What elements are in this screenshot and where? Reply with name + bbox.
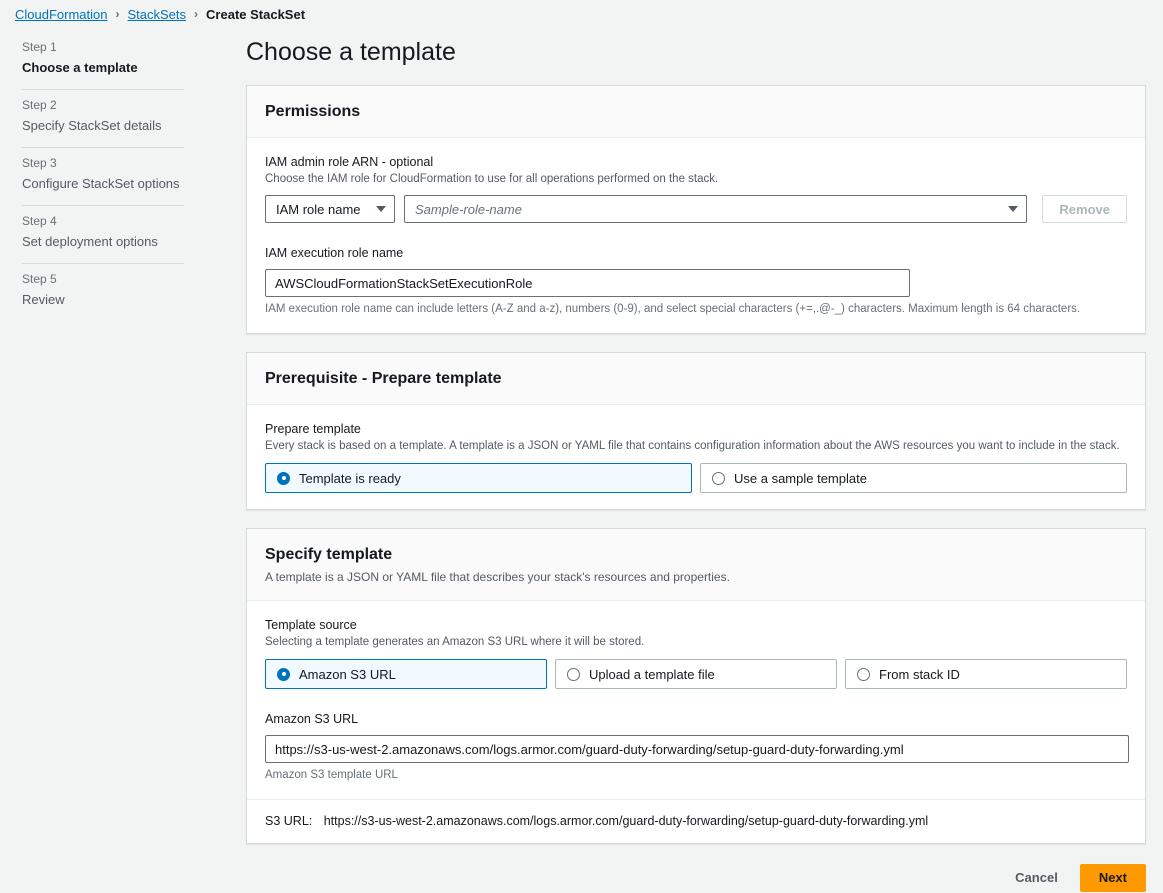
breadcrumb-separator-icon: › — [194, 7, 199, 21]
sidebar-step-4-title: Set deployment options — [22, 234, 158, 249]
template-source-options: Amazon S3 URL Upload a template file Fro… — [265, 659, 1127, 689]
sidebar-step-5[interactable]: Step 5 Review — [22, 264, 184, 321]
s3-url-summary-label: S3 URL: — [265, 814, 313, 828]
iam-execution-role-label: IAM execution role name — [265, 246, 404, 260]
option-template-is-ready-label: Template is ready — [299, 470, 401, 486]
sidebar-step-3-title: Configure StackSet options — [22, 176, 180, 191]
page-title: Choose a template — [246, 38, 456, 66]
radio-icon — [857, 667, 870, 681]
template-source-description: Selecting a template generates an Amazon… — [265, 636, 645, 648]
prepare-template-description: Every stack is based on a template. A te… — [265, 440, 1120, 452]
iam-role-name-combobox[interactable]: Sample-role-name — [404, 195, 1028, 223]
sidebar-step-3[interactable]: Step 3 Configure StackSet options — [22, 148, 184, 205]
iam-admin-role-label: IAM admin role ARN - optional — [265, 155, 434, 169]
prerequisite-panel-title: Prerequisite - Prepare template — [265, 370, 502, 387]
iam-execution-role-field: IAM execution role name IAM execution ro… — [265, 245, 1127, 317]
breadcrumb-item-stacksets[interactable]: StackSets — [128, 7, 187, 22]
prepare-template-label: Prepare template — [265, 422, 361, 436]
option-from-stack-id-label: From stack ID — [879, 666, 960, 682]
prerequisite-panel-header: Prerequisite - Prepare template — [247, 353, 1145, 405]
breadcrumb-separator-icon: › — [115, 7, 120, 21]
iam-role-type-select[interactable]: IAM role name — [265, 195, 395, 223]
radio-icon — [277, 471, 290, 485]
prerequisite-panel-body: Prepare template Every stack is based on… — [247, 405, 1145, 509]
sidebar-step-3-number: Step 3 — [22, 156, 57, 170]
template-source-label: Template source — [265, 618, 357, 632]
next-button[interactable]: Next — [1079, 863, 1146, 892]
sidebar-step-5-title: Review — [22, 292, 65, 307]
s3-url-summary-value: https://s3-us-west-2.amazonaws.com/logs.… — [323, 814, 929, 828]
chevron-down-icon — [376, 206, 386, 212]
radio-icon — [567, 667, 580, 681]
iam-admin-role-description: Choose the IAM role for CloudFormation t… — [265, 173, 719, 185]
remove-role-button[interactable]: Remove — [1042, 195, 1127, 223]
iam-execution-role-hint: IAM execution role name can include lett… — [265, 303, 1081, 315]
permissions-panel-body: IAM admin role ARN - optional Choose the… — [247, 138, 1145, 333]
option-upload-a-template-file[interactable]: Upload a template file — [555, 659, 837, 689]
sidebar-step-5-number: Step 5 — [22, 272, 57, 286]
sidebar-step-4[interactable]: Step 4 Set deployment options — [22, 206, 184, 263]
option-template-is-ready[interactable]: Template is ready — [265, 463, 692, 493]
breadcrumb-item-cloudformation[interactable]: CloudFormation — [15, 7, 108, 22]
option-use-a-sample-template-label: Use a sample template — [734, 470, 867, 486]
amazon-s3-url-label: Amazon S3 URL — [265, 712, 359, 726]
iam-admin-role-field: IAM admin role ARN - optional Choose the… — [265, 154, 1127, 223]
amazon-s3-url-field: Amazon S3 URL Amazon S3 template URL — [265, 711, 1129, 783]
sidebar-step-1[interactable]: Step 1 Choose a template — [22, 32, 184, 89]
permissions-panel-title: Permissions — [265, 103, 361, 120]
permissions-panel-header: Permissions — [247, 86, 1145, 138]
option-from-stack-id[interactable]: From stack ID — [845, 659, 1127, 689]
cancel-button[interactable]: Cancel — [1001, 862, 1072, 893]
prepare-template-options: Template is ready Use a sample template — [265, 463, 1127, 493]
amazon-s3-url-input[interactable] — [265, 735, 1129, 763]
specify-template-panel: Specify template A template is a JSON or… — [246, 528, 1146, 844]
specify-template-panel-header: Specify template A template is a JSON or… — [247, 529, 1145, 601]
main-content: Choose a template Permissions IAM admin … — [232, 0, 1163, 892]
iam-execution-role-input[interactable] — [265, 269, 910, 297]
sidebar-step-1-number: Step 1 — [22, 40, 57, 54]
wizard-steps-sidebar: Step 1 Choose a template Step 2 Specify … — [22, 32, 184, 321]
sidebar-step-2-number: Step 2 — [22, 98, 57, 112]
iam-role-name-placeholder: Sample-role-name — [415, 201, 522, 217]
option-upload-a-template-file-label: Upload a template file — [589, 666, 715, 682]
option-amazon-s3-url[interactable]: Amazon S3 URL — [265, 659, 547, 689]
radio-icon — [712, 471, 725, 485]
iam-role-type-select-value: IAM role name — [276, 201, 361, 217]
sidebar-step-2[interactable]: Step 2 Specify StackSet details — [22, 90, 184, 147]
specify-template-panel-description: A template is a JSON or YAML file that d… — [265, 570, 730, 584]
sidebar-step-4-number: Step 4 — [22, 214, 57, 228]
permissions-panel: Permissions IAM admin role ARN - optiona… — [246, 85, 1146, 334]
sidebar-step-2-title: Specify StackSet details — [22, 118, 162, 133]
amazon-s3-url-hint: Amazon S3 template URL — [265, 769, 398, 781]
wizard-footer: Cancel Next — [246, 862, 1146, 893]
prerequisite-panel: Prerequisite - Prepare template Prepare … — [246, 352, 1146, 510]
specify-template-panel-body: Template source Selecting a template gen… — [247, 601, 1145, 799]
radio-icon — [277, 667, 290, 681]
sidebar-step-1-title: Choose a template — [22, 60, 138, 75]
option-use-a-sample-template[interactable]: Use a sample template — [700, 463, 1127, 493]
chevron-down-icon — [1008, 206, 1019, 212]
specify-template-panel-title: Specify template — [265, 546, 393, 563]
option-amazon-s3-url-label: Amazon S3 URL — [299, 666, 396, 682]
